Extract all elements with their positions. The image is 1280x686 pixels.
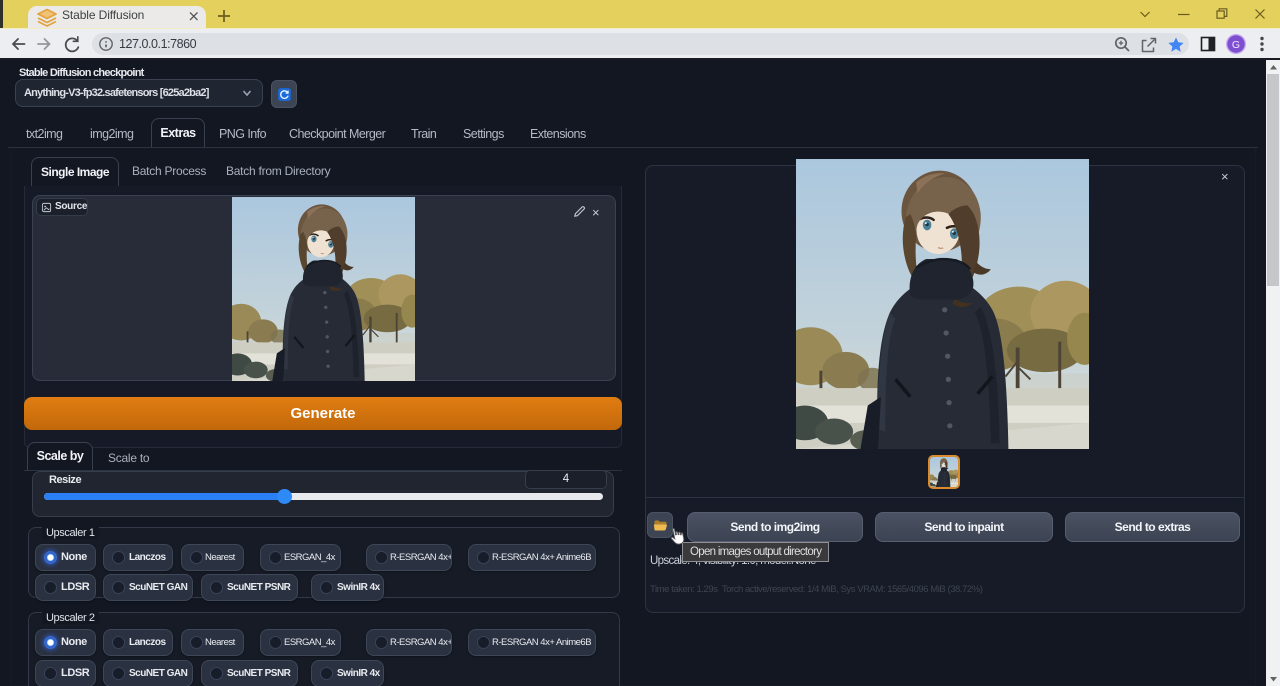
svg-text:G: G <box>1232 39 1240 51</box>
